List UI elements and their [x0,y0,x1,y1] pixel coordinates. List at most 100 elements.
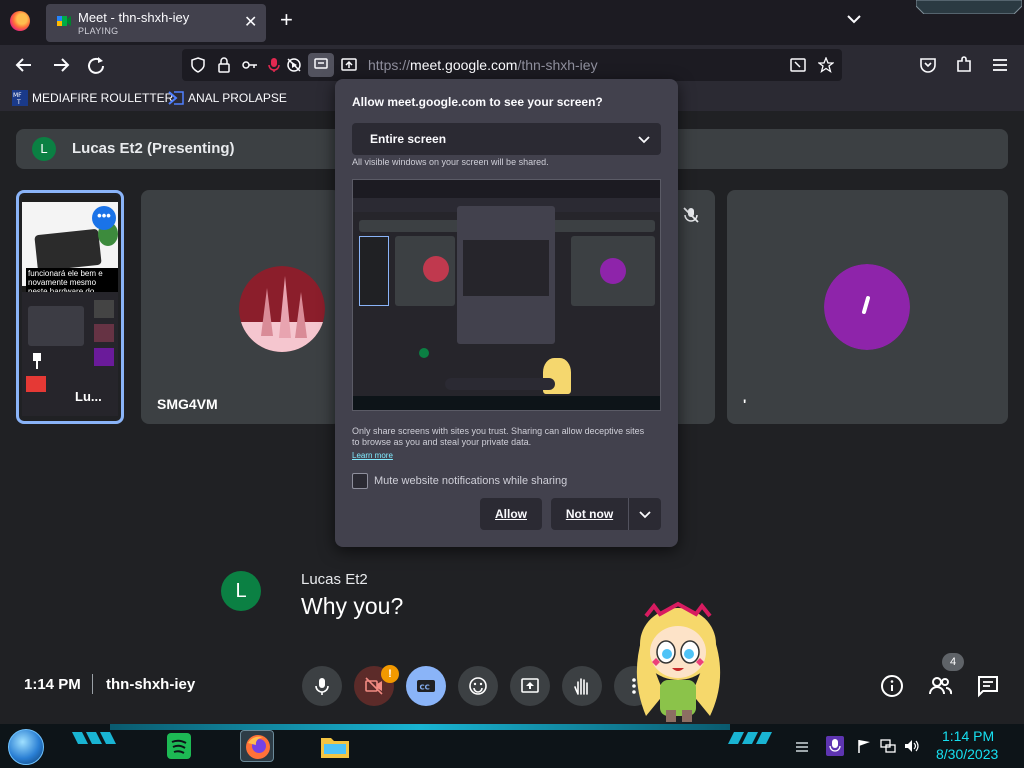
shared-phone-screen: ••• funcionará ele bem e novamente mesmo… [22,196,118,416]
tab-meet[interactable]: Meet - thn-shxh-iey PLAYING ✕ [46,4,266,42]
spotify-icon [167,733,191,759]
clock-date[interactable]: 8/30/2023 [936,746,998,762]
tray-microphone-indicator[interactable] [826,736,844,756]
microphone-active-icon[interactable] [266,57,282,73]
svg-text:CC: CC [420,684,430,692]
microphone-button[interactable] [302,666,342,706]
bookmark-second[interactable]: ANAL PROLAPSE [168,89,287,107]
forward-icon[interactable] [51,55,71,75]
chevron-down-icon[interactable] [845,10,863,28]
present-button[interactable] [510,666,550,706]
emoji-button[interactable] [458,666,498,706]
popup-title: Allow meet.google.com to see your screen… [352,95,603,109]
bookmark-label: ANAL PROLAPSE [188,91,287,105]
screen-share-icon[interactable] [341,57,357,73]
extensions-icon[interactable] [954,55,974,75]
url-text[interactable]: https://meet.google.com/thn-shxh-iey [368,57,598,73]
screen-share-permission-popup: Allow meet.google.com to see your screen… [335,79,678,547]
taskbar-decoration [728,732,772,744]
screen-source-value: Entire screen [370,132,447,146]
tab-title: Meet - thn-shxh-iey [78,10,190,25]
divider [92,674,93,694]
clock-time[interactable]: 1:14 PM [942,728,994,744]
url-bar[interactable]: https://meet.google.com/thn-shxh-iey [182,49,842,81]
participant-avatar [824,264,910,350]
meeting-time: 1:14 PM [24,676,81,693]
notification-icon [314,58,328,69]
camera-off-icon [365,677,383,695]
present-icon [521,678,539,693]
mute-notifications-checkbox[interactable] [352,473,368,489]
presenter-avatar: L [32,137,56,161]
learn-more-link[interactable]: Learn more [352,451,393,460]
captions-button[interactable]: CC [406,666,446,706]
participant-name: ' [743,396,747,412]
tab-close-button[interactable]: ✕ [244,12,257,32]
mic-icon [315,678,329,695]
chat-message: Why you? [301,593,404,619]
screen-share-permission-button[interactable] [308,53,334,77]
not-now-button[interactable]: Not now [551,498,628,530]
people-icon[interactable] [928,674,952,698]
firefox-icon [246,735,270,759]
participant-avatar [239,266,325,352]
picture-in-picture-icon[interactable] [790,57,806,73]
camera-warning-badge: ! [381,665,399,683]
file-explorer-icon [321,738,349,758]
captions-icon: CC [417,680,435,692]
tray-stack-icon[interactable] [794,739,810,753]
participant-name: SMG4VM [157,396,218,412]
participant-tile-apostrophe[interactable]: ' [727,190,1008,424]
pocket-icon[interactable] [918,55,938,75]
not-now-dropdown-button[interactable] [628,498,661,530]
pin-icon [33,353,41,369]
chat-avatar: L [221,571,261,611]
tracking-shield-icon[interactable] [190,57,206,73]
start-button[interactable] [8,729,44,765]
bookmark-mediafire[interactable]: MF T MEDIAFIRE ROULETTER [12,89,173,107]
raise-hand-button[interactable] [562,666,602,706]
taskbar-glow-decoration [110,724,730,730]
taskbar-file-explorer[interactable] [318,730,352,762]
chat-icon[interactable] [976,674,1000,698]
popup-warning-text: Only share screens with sites you trust.… [352,426,645,447]
hamburger-menu-icon[interactable] [990,55,1010,75]
lock-icon[interactable] [216,57,232,73]
meeting-code: thn-shxh-iey [106,676,196,693]
back-icon[interactable] [14,55,34,75]
more-options-button[interactable]: ••• [92,206,116,230]
new-tab-button[interactable]: + [280,9,293,31]
allow-button[interactable]: Allow [480,498,542,530]
presenting-label: Lucas Et2 (Presenting) [72,140,235,157]
self-tile[interactable]: ••• funcionará ele bem e novamente mesmo… [16,190,124,424]
volume-icon[interactable] [904,739,920,753]
participant-count-badge: 4 [942,653,964,671]
participant-tile-smg4vm[interactable]: SMG4VM [141,190,341,424]
tab-bar: Meet - thn-shxh-iey PLAYING ✕ + [0,0,1024,45]
bookmark-folder-icon [168,91,184,105]
bookmark-star-icon[interactable] [818,57,834,73]
svg-text:T: T [16,99,21,106]
info-icon[interactable] [880,674,904,698]
mute-notifications-label[interactable]: Mute website notifications while sharing [374,475,567,487]
raise-hand-icon [574,678,588,695]
taskbar-decoration [72,732,116,744]
chat-sender-name: Lucas Et2 [301,571,368,588]
tab-playing-status: PLAYING [78,26,119,36]
permissions-icon[interactable] [242,57,258,73]
firefox-menu-icon[interactable] [10,11,30,31]
bookmark-label: MEDIAFIRE ROULETTER [32,91,174,105]
svg-text:MF: MF [13,92,22,99]
network-icon[interactable] [880,739,896,753]
meet-favicon-icon [57,16,71,26]
emoji-icon [469,677,487,695]
window-frame-decoration [916,0,1022,14]
screen-source-select[interactable]: Entire screen [352,123,661,155]
reload-icon[interactable] [86,55,106,75]
mic-off-icon [683,207,699,223]
taskbar-spotify[interactable] [162,730,196,762]
cartoon-character-sticker [636,601,721,722]
flag-icon[interactable] [856,739,872,753]
taskbar-firefox[interactable] [240,730,274,762]
autoplay-blocked-icon[interactable] [286,57,302,73]
